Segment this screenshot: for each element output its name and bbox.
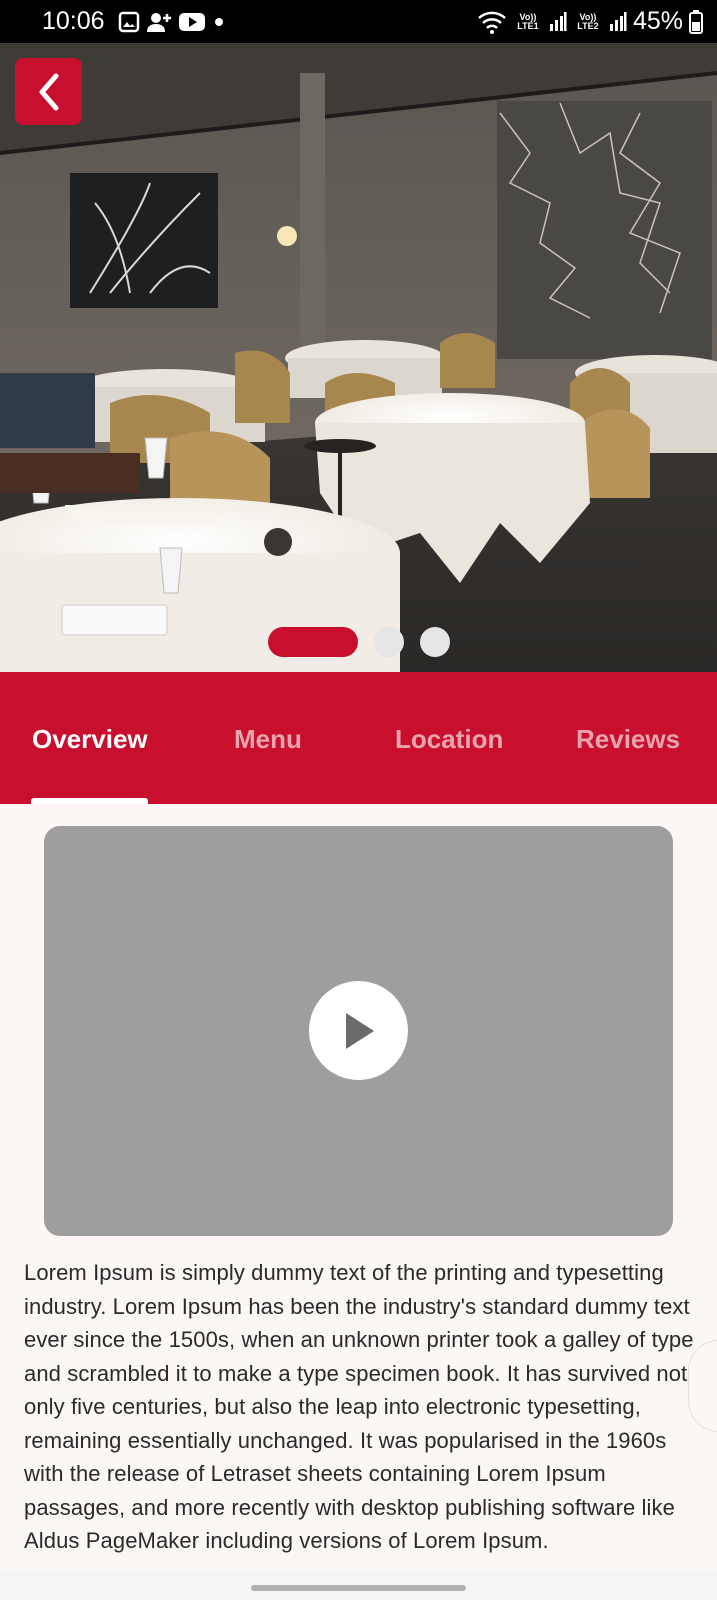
tab-overview[interactable]: Overview: [32, 724, 148, 755]
battery-icon: [689, 9, 703, 34]
status-time: 10:06: [42, 7, 105, 35]
carousel-indicator: [268, 627, 450, 657]
tab-location[interactable]: Location: [395, 724, 503, 755]
tab-bar: Overview Menu Location Reviews: [0, 672, 717, 804]
add-contact-icon: [147, 13, 171, 32]
play-icon: [345, 1012, 374, 1049]
system-nav-bar: [0, 1570, 717, 1600]
overview-description: Lorem Ipsum is simply dummy text of the …: [24, 1260, 694, 1553]
notification-icons: [118, 11, 226, 33]
sim1-label: Vo)) LTE1: [517, 11, 539, 31]
hero-image: [0, 43, 717, 672]
restaurant-photo: [0, 43, 717, 672]
tab-indicator: [31, 798, 148, 804]
battery-percent: 45%: [632, 7, 683, 35]
signal-icon: [549, 11, 567, 31]
play-button[interactable]: [309, 981, 408, 1080]
sim2-label: Vo)) LTE2: [577, 11, 599, 31]
back-button[interactable]: [15, 58, 82, 125]
chevron-left-icon: [39, 73, 58, 110]
tab-reviews[interactable]: Reviews: [576, 724, 680, 755]
status-bar: 10:06 Vo)) LTE1 Vo)) LTE2 45%: [0, 0, 717, 43]
carousel-dot[interactable]: [374, 627, 404, 657]
carousel-dot[interactable]: [420, 627, 450, 657]
home-gesture-bar[interactable]: [251, 1585, 466, 1591]
signal-icon: [609, 11, 627, 31]
video-player[interactable]: [44, 826, 673, 1236]
wifi-icon: [478, 11, 506, 34]
edge-handle[interactable]: [688, 1340, 717, 1432]
youtube-icon: [179, 13, 205, 31]
tab-menu[interactable]: Menu: [234, 724, 302, 755]
gallery-icon: [118, 11, 140, 33]
system-indicators: Vo)) LTE1 Vo)) LTE2 45%: [477, 7, 703, 36]
carousel-dot-active[interactable]: [268, 627, 358, 657]
dot-icon: [215, 18, 223, 26]
